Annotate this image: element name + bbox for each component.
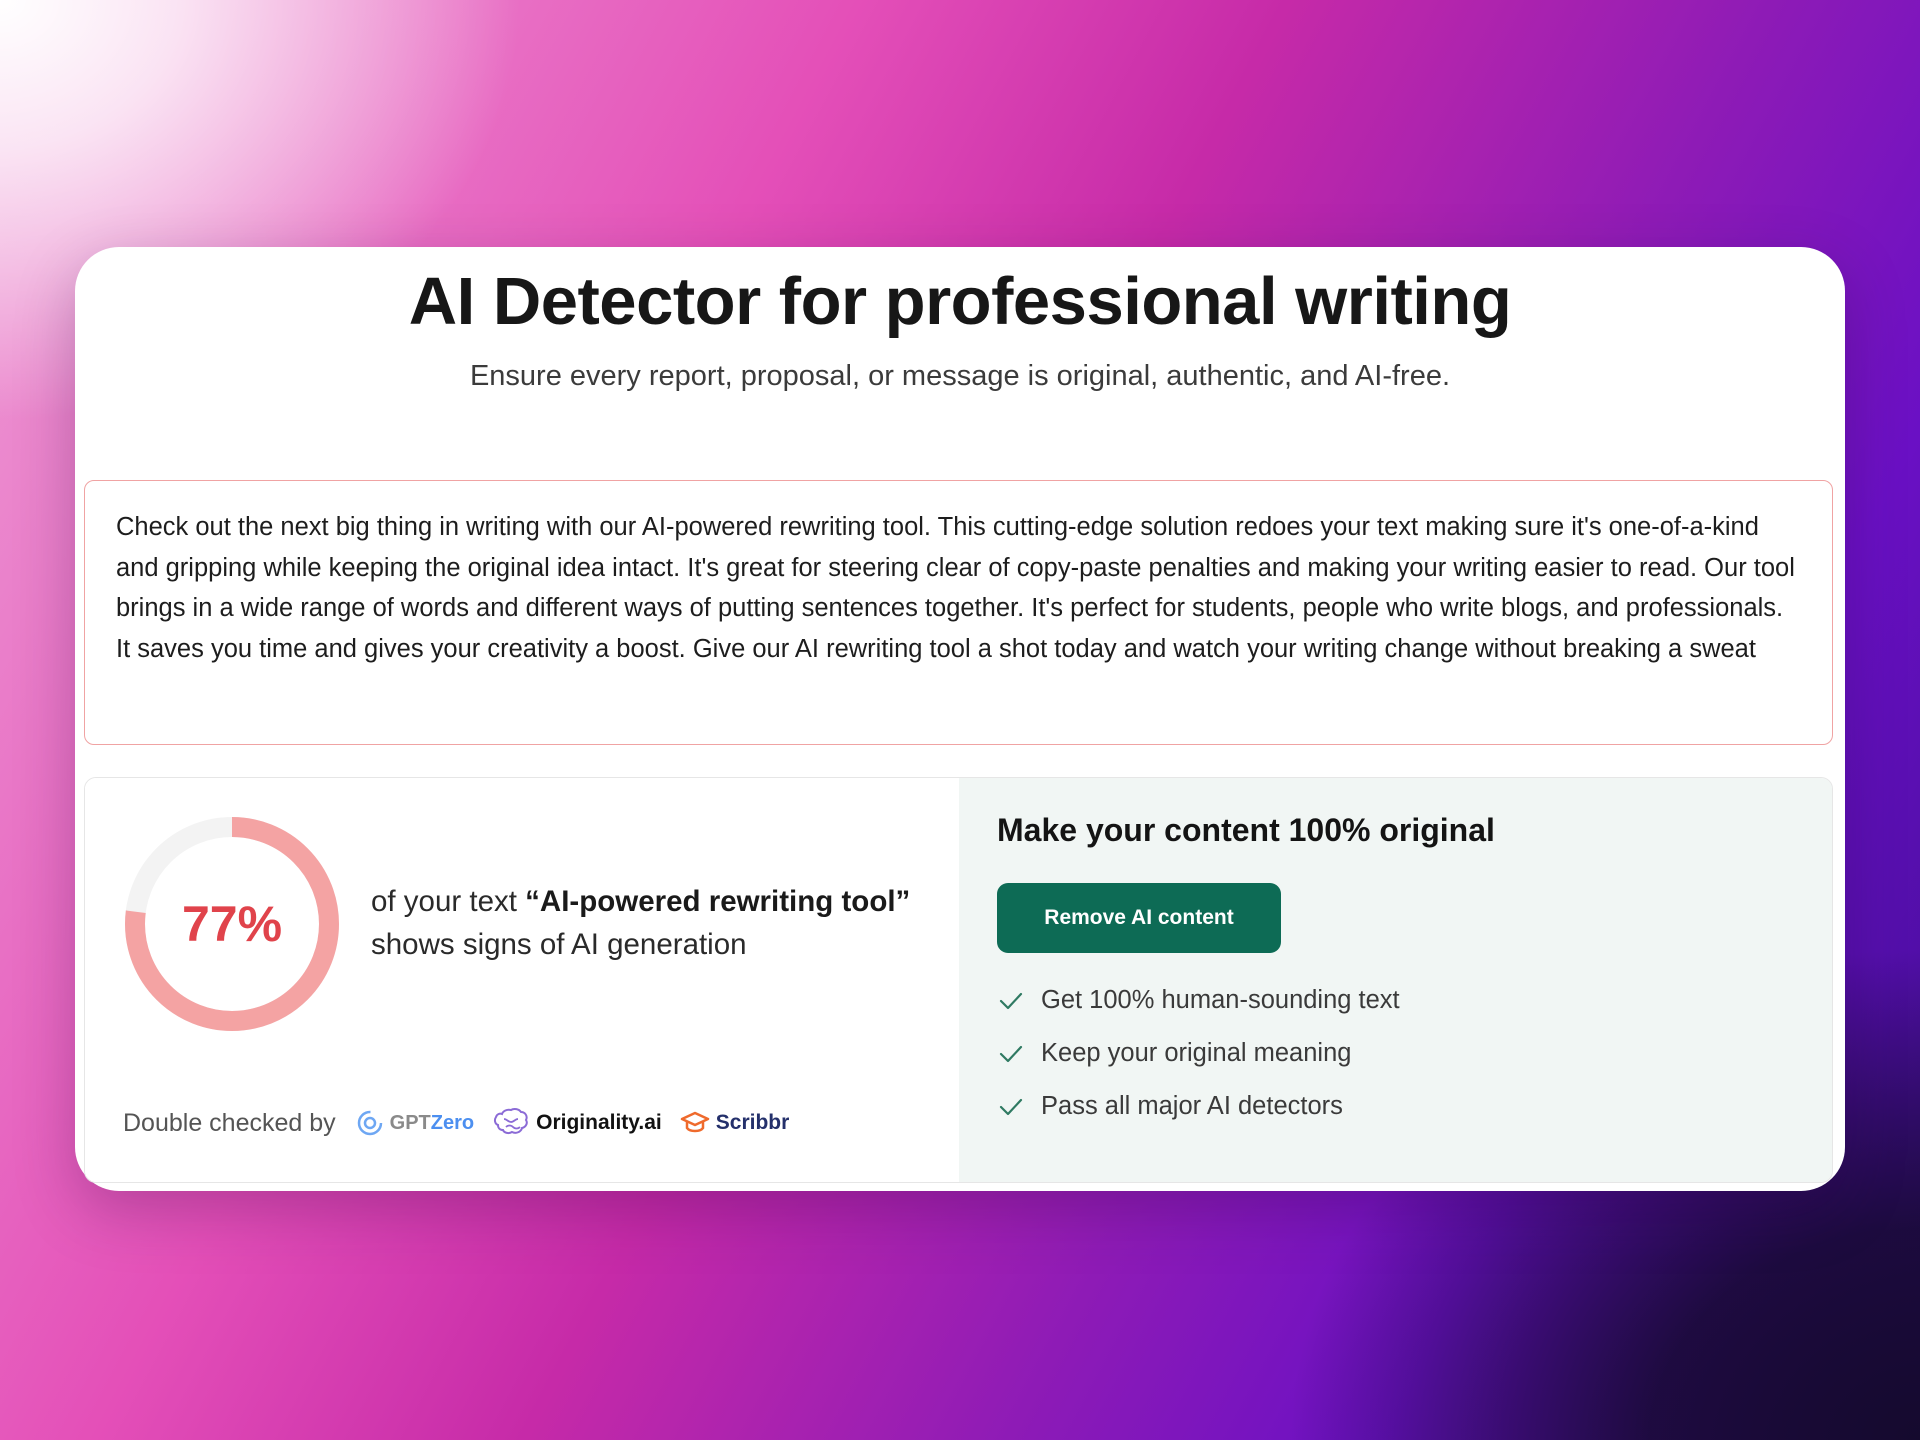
result-suffix: shows signs of AI generation [371, 928, 747, 961]
double-checked-label: Double checked by [123, 1108, 336, 1137]
benefit-item: Pass all major AI detectors [999, 1080, 1400, 1133]
cta-title: Make your content 100% original [997, 812, 1495, 848]
ai-detector-card: AI Detector for professional writing Ens… [75, 247, 1845, 1191]
page-title: AI Detector for professional writing [408, 264, 1512, 339]
originality-logo: Originality.ai [492, 1107, 662, 1139]
remove-ai-pane: Make your content 100% original Remove A… [959, 778, 1832, 1182]
remove-ai-content-button[interactable]: Remove AI content [997, 883, 1281, 953]
gptzero-logo: GPT Zero [356, 1109, 474, 1137]
gptzero-prefix: GPT [389, 1111, 431, 1134]
brain-icon [494, 1107, 528, 1135]
result-panel: 77% of your text “AI-powered rewriting t… [84, 777, 1833, 1183]
benefit-item: Keep your original meaning [999, 1027, 1400, 1080]
scribbr-name: Scribbr [715, 1111, 790, 1134]
scribbr-logo: Scribbr [680, 1110, 790, 1136]
check-icon [999, 1045, 1023, 1062]
gptzero-icon [357, 1110, 382, 1136]
benefit-item: Get 100% human-sounding text [999, 974, 1400, 1027]
graduation-cap-icon [680, 1111, 710, 1133]
detection-score-pane: 77% of your text “AI-powered rewriting t… [85, 778, 959, 1182]
benefit-text: Keep your original meaning [1041, 1039, 1352, 1067]
input-text-area[interactable]: Check out the next big thing in writing … [84, 480, 1833, 745]
originality-name: Originality.ai [536, 1111, 662, 1134]
gptzero-suffix: Zero [430, 1111, 475, 1134]
benefits-list: Get 100% human-sounding text Keep your o… [999, 974, 1400, 1133]
page-subtitle: Ensure every report, proposal, or messag… [469, 360, 1451, 392]
check-icon [999, 992, 1023, 1009]
result-prefix: of your text [371, 885, 526, 918]
benefit-text: Pass all major AI detectors [1041, 1092, 1343, 1120]
double-checked-row: Double checked by GPT Zero Originality.ai [123, 1103, 789, 1143]
ai-score-percent: 77% [181, 896, 283, 952]
result-description: of your text “AI-powered rewriting tool”… [371, 880, 941, 966]
quoted-phrase: “AI-powered rewriting tool” [525, 885, 911, 918]
benefit-text: Get 100% human-sounding text [1041, 986, 1400, 1014]
check-icon [999, 1098, 1023, 1115]
